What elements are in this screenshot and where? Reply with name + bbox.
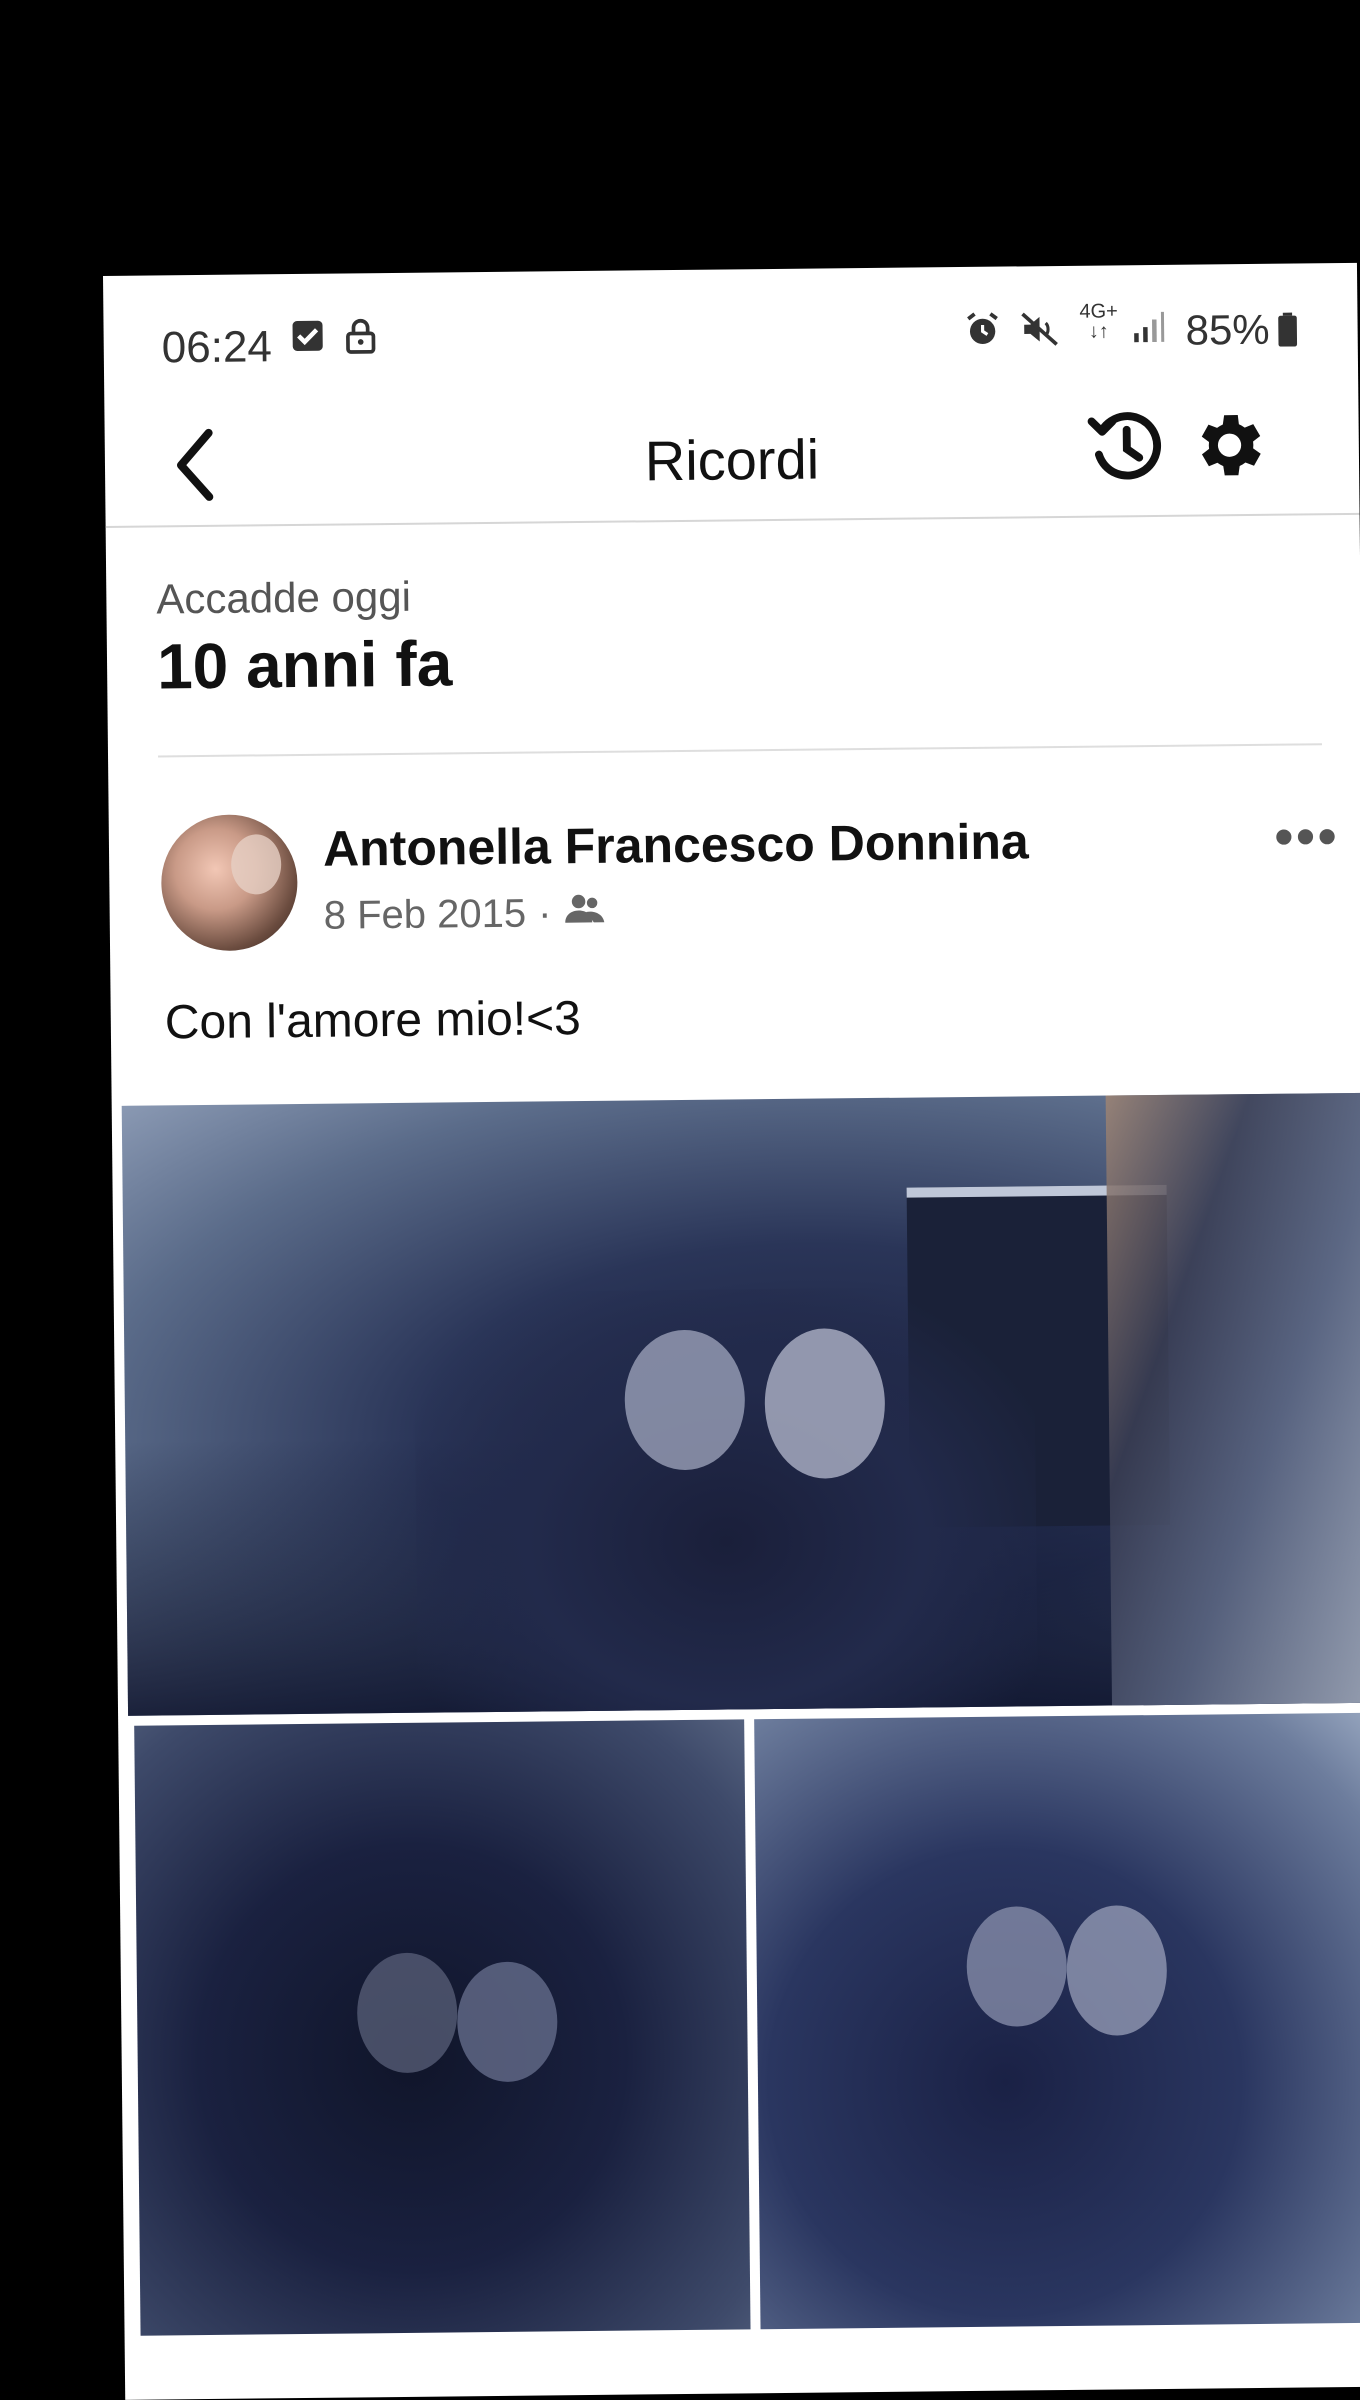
post-date[interactable]: 8 Feb 2015 — [323, 892, 526, 939]
post-caption: Con l'amore mio!<3 — [164, 992, 582, 1050]
post-meta: 8 Feb 2015 · — [323, 891, 605, 939]
data-arrows-icon: ↓↑ — [1088, 320, 1109, 343]
memories-heading: 10 anni fa — [156, 627, 453, 703]
post-author[interactable]: Antonella Francesco Donnina — [323, 812, 1029, 877]
photo-face — [764, 1327, 886, 1480]
checkbox-icon — [289, 318, 325, 354]
status-time: 06:24 — [161, 322, 273, 373]
meta-separator: · — [537, 891, 552, 936]
photo-face — [624, 1329, 746, 1471]
phone-screen: 06:24 4G+ ↓↑ 85% Ricordi Accadde oggi 10… — [103, 262, 1360, 2400]
history-icon[interactable] — [1084, 405, 1169, 495]
battery-indicator: 85% — [1185, 305, 1298, 354]
signal-icon — [1129, 309, 1165, 345]
network-label: 4G+ — [1079, 300, 1118, 323]
post-photo-3[interactable] — [754, 1712, 1360, 2330]
friends-icon — [563, 891, 605, 936]
mute-icon — [1019, 310, 1059, 348]
more-icon[interactable]: ••• — [1274, 803, 1340, 869]
battery-percent: 85% — [1185, 305, 1270, 354]
photo-face — [456, 1961, 558, 2083]
network-type: 4G+ ↓↑ — [1079, 300, 1118, 343]
alarm-icon — [963, 311, 1001, 349]
photo-face — [966, 1906, 1068, 2028]
app-bar: Ricordi — [104, 372, 1360, 528]
photo-face — [356, 1952, 458, 2074]
divider — [158, 743, 1322, 758]
photo-face — [1066, 1904, 1168, 2036]
post-photo-1[interactable] — [121, 1092, 1360, 1716]
post-photo-2[interactable] — [134, 1719, 751, 2336]
status-bar: 06:24 4G+ ↓↑ 85% — [103, 263, 1358, 386]
memories-header: Accadde oggi 10 anni fa — [156, 572, 453, 703]
lock-icon — [343, 317, 377, 355]
battery-icon — [1278, 312, 1298, 347]
photo-stairs — [1105, 1092, 1360, 1706]
memories-subtitle: Accadde oggi — [156, 572, 412, 623]
settings-gear-icon[interactable] — [1186, 404, 1269, 492]
memory-post: Antonella Francesco Donnina 8 Feb 2015 ·… — [109, 803, 1360, 1049]
page-title: Ricordi — [644, 427, 820, 493]
avatar[interactable] — [160, 814, 299, 952]
post-photos — [112, 1092, 1360, 2336]
